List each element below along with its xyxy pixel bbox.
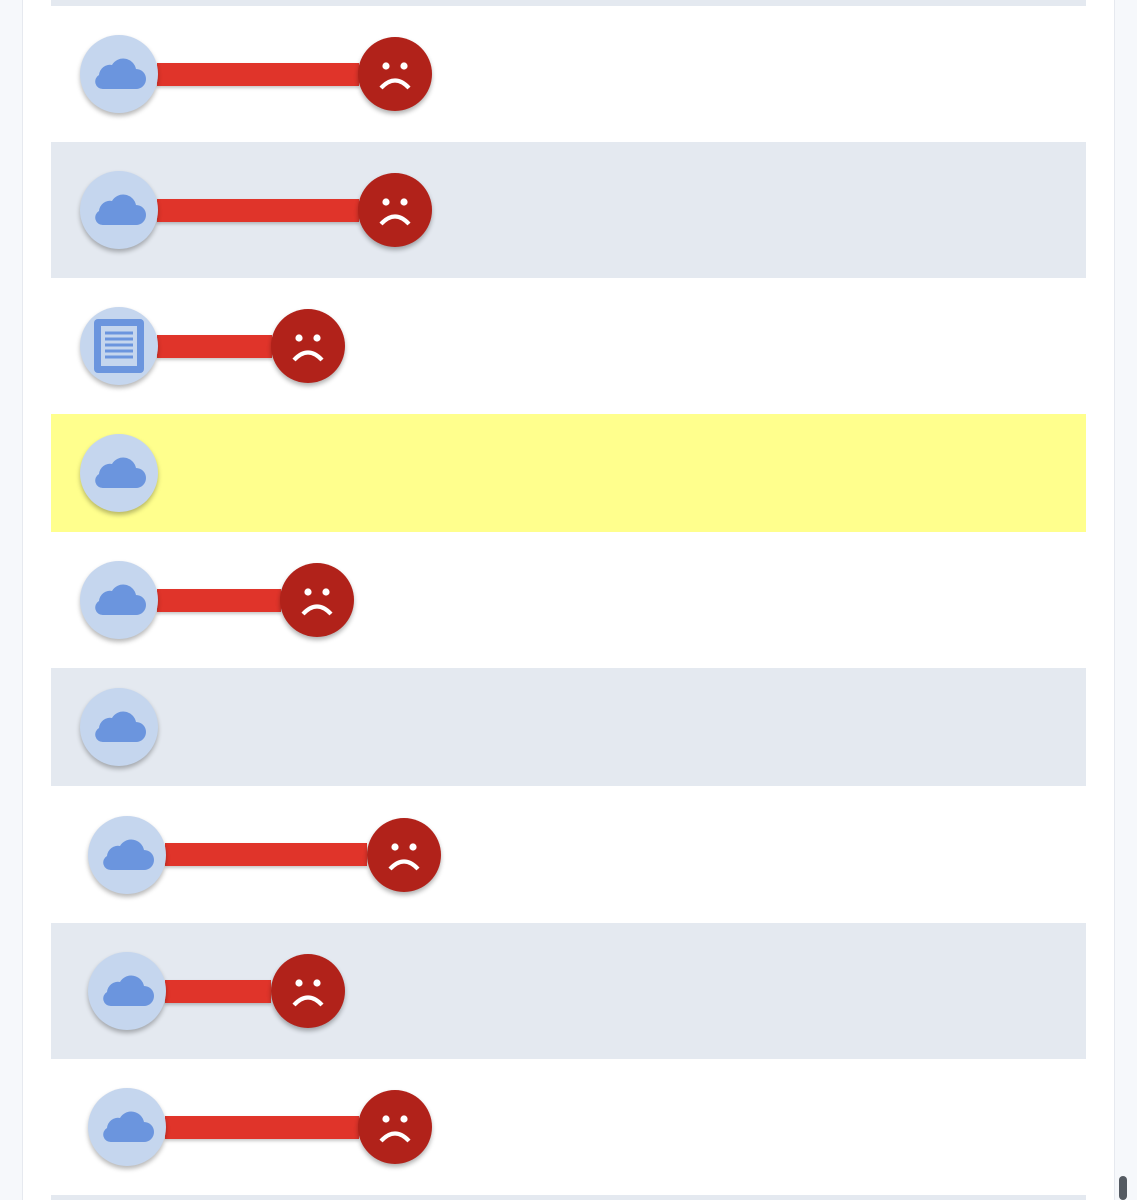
pipeline-row[interactable] (51, 414, 1086, 532)
sad-face-icon (289, 572, 345, 628)
source-node[interactable] (88, 815, 166, 894)
sad-face-icon (280, 318, 336, 374)
cloud-icon (91, 57, 147, 91)
source-node[interactable] (80, 434, 158, 512)
status-node[interactable] (280, 563, 354, 637)
connector-bar (165, 979, 271, 1003)
status-node[interactable] (358, 173, 432, 247)
sad-face-icon (367, 1099, 423, 1155)
pipeline-row[interactable] (51, 142, 1086, 278)
vertical-scrollbar[interactable] (1119, 1176, 1127, 1200)
source-node[interactable] (80, 171, 158, 249)
connector-bar (157, 62, 359, 86)
cloud-icon (99, 1110, 155, 1144)
status-node[interactable] (271, 309, 345, 383)
connector-bar (165, 1115, 359, 1139)
cloud-icon (91, 710, 147, 744)
next-row-edge (51, 1195, 1086, 1200)
status-node[interactable] (358, 37, 432, 111)
pipeline-row[interactable] (51, 6, 1086, 142)
sad-face-icon (367, 46, 423, 102)
pipeline-row[interactable] (51, 278, 1086, 414)
pipeline-row[interactable] (51, 532, 1086, 668)
source-node[interactable] (80, 688, 158, 766)
pipeline-row[interactable] (51, 786, 1086, 923)
cloud-icon (91, 583, 147, 617)
connector-bar (157, 198, 359, 222)
status-node[interactable] (367, 817, 441, 892)
status-node[interactable] (358, 1090, 432, 1164)
status-node[interactable] (271, 954, 345, 1028)
sad-face-icon (376, 827, 432, 883)
sad-face-icon (280, 963, 336, 1019)
pipeline-row[interactable] (51, 1059, 1086, 1195)
cloud-icon (91, 456, 147, 490)
connector-bar (157, 334, 272, 358)
source-node[interactable] (88, 952, 166, 1030)
cloud-icon (99, 974, 155, 1008)
pipeline-row[interactable] (51, 668, 1086, 786)
source-node[interactable] (80, 307, 158, 385)
sad-face-icon (367, 182, 423, 238)
connector-bar (157, 588, 281, 612)
cloud-icon (99, 838, 155, 872)
document-icon (93, 318, 145, 374)
connector-bar (165, 843, 367, 866)
source-node[interactable] (80, 561, 158, 639)
source-node[interactable] (80, 35, 158, 113)
source-node[interactable] (88, 1088, 166, 1166)
cloud-icon (91, 193, 147, 227)
pipeline-row[interactable] (51, 923, 1086, 1059)
